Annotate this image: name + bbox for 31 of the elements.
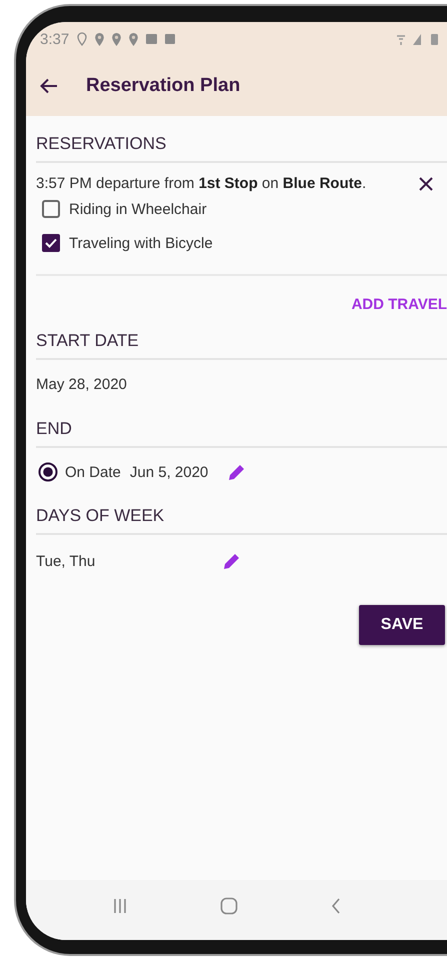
add-travel-button[interactable]: ADD TRAVEL — [351, 296, 447, 313]
section-heading: RESERVATIONS — [36, 130, 447, 163]
days-value: Tue, Thu — [36, 552, 96, 570]
square-icon — [165, 34, 176, 44]
radio-label: On Date — [65, 464, 121, 480]
checkbox[interactable] — [42, 200, 60, 218]
map-pin-icon — [95, 32, 104, 46]
radio-button[interactable] — [38, 462, 58, 482]
checkbox[interactable] — [42, 234, 60, 252]
recent-apps-icon[interactable] — [112, 898, 126, 914]
close-icon[interactable] — [419, 176, 433, 190]
back-arrow-icon[interactable] — [40, 78, 58, 94]
save-button[interactable]: SAVE — [359, 605, 445, 645]
section-heading: DAYS OF WEEK — [36, 502, 447, 535]
reservation-summary: 3:57 PM departure from 1st Stop on Blue Route. — [36, 175, 366, 192]
map-pin-icon — [112, 32, 122, 46]
section-heading: START DATE — [36, 327, 447, 360]
map-pin-icon — [129, 32, 138, 46]
edit-pencil-icon[interactable] — [222, 551, 242, 571]
end-date-value: Jun 5, 2020 — [130, 464, 208, 480]
checkbox-label: Riding in Wheelchair — [69, 200, 207, 218]
section-heading: END — [36, 415, 447, 448]
image-icon — [146, 34, 158, 44]
signal-battery-icons — [395, 32, 441, 46]
status-time: 3:37 — [40, 30, 70, 48]
checkbox-label: Traveling with Bicycle — [69, 234, 213, 252]
screen-title: Reservation Plan — [86, 75, 240, 97]
back-icon[interactable] — [330, 898, 340, 914]
home-icon[interactable] — [220, 897, 238, 915]
location-pin-icon — [77, 32, 88, 46]
start-date-value: May 28, 2020 — [36, 375, 128, 395]
